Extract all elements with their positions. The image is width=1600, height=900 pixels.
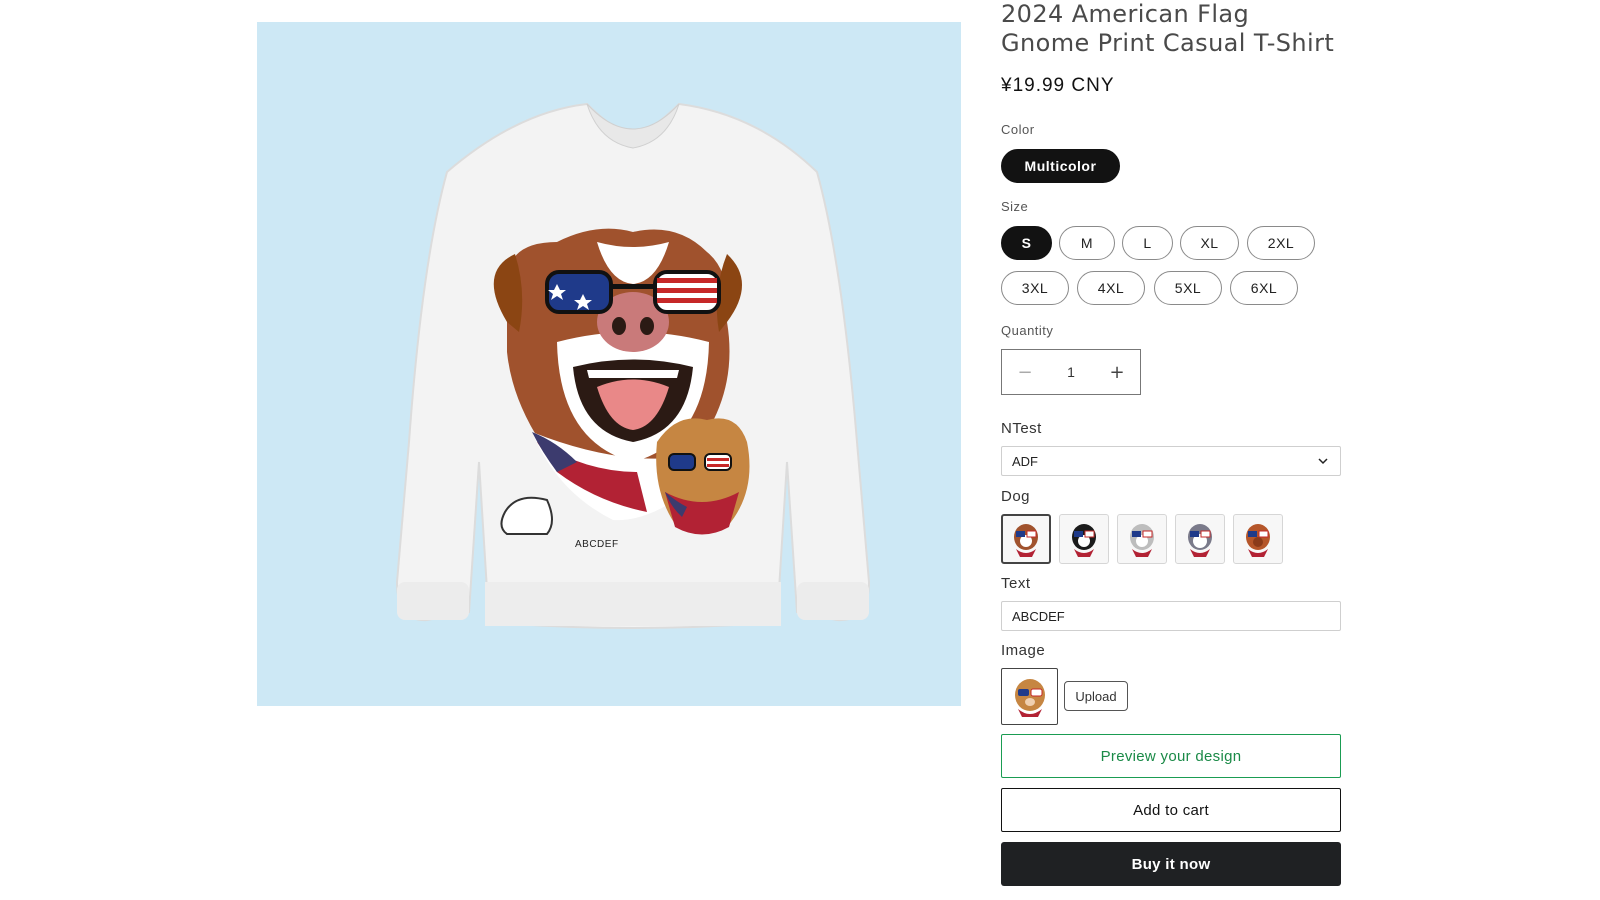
size-option-6xl[interactable]: 6XL (1230, 271, 1298, 305)
ntest-select[interactable]: ADF (1001, 446, 1341, 476)
dog-option-3[interactable] (1117, 514, 1167, 564)
dog-option-2[interactable] (1059, 514, 1109, 564)
pomeranian-icon (1014, 678, 1045, 717)
image-label: Image (1001, 642, 1046, 659)
buy-now-button[interactable]: Buy it now (1001, 842, 1341, 886)
size-option-4xl[interactable]: 4XL (1077, 271, 1145, 305)
size-option-m[interactable]: M (1059, 226, 1115, 260)
quantity-label: Quantity (1001, 323, 1054, 338)
text-label: Text (1001, 575, 1031, 592)
print-text: ABCDEF (575, 539, 619, 550)
size-option-xl[interactable]: XL (1180, 226, 1239, 260)
ntest-selected-value: ADF (1012, 453, 1038, 469)
quantity-stepper: − + (1001, 349, 1141, 395)
quantity-increase-button[interactable]: + (1094, 350, 1140, 394)
size-option-5xl[interactable]: 5XL (1154, 271, 1222, 305)
dog-label: Dog (1001, 488, 1031, 505)
dog-option-5[interactable] (1233, 514, 1283, 564)
dog-grey-icon (1130, 524, 1154, 557)
size-option-l[interactable]: L (1122, 226, 1173, 260)
custom-text-input[interactable] (1001, 601, 1341, 631)
dog-option-1[interactable] (1001, 514, 1051, 564)
color-option-multicolor[interactable]: Multicolor (1001, 149, 1120, 183)
size-label: Size (1001, 199, 1029, 214)
product-price: ¥19.99 CNY (1001, 75, 1115, 96)
add-to-cart-button[interactable]: Add to cart (1001, 788, 1341, 832)
upload-button[interactable]: Upload (1064, 681, 1128, 711)
dog-black-icon (1072, 524, 1096, 557)
quantity-input[interactable] (1048, 350, 1094, 394)
product-title: 2024 American Flag Gnome Print Casual T-… (1001, 0, 1335, 57)
chevron-down-icon (1318, 458, 1328, 465)
dog-husky-icon (1188, 524, 1212, 557)
size-option-2xl[interactable]: 2XL (1247, 226, 1315, 260)
sweatshirt-illustration (395, 102, 871, 629)
size-option-3xl[interactable]: 3XL (1001, 271, 1069, 305)
dog-brown-icon (1014, 524, 1038, 557)
size-option-s[interactable]: S (1001, 226, 1052, 260)
dog-dachshund-icon (1246, 524, 1270, 557)
uploaded-image-thumbnail[interactable] (1001, 668, 1058, 725)
dog-option-4[interactable] (1175, 514, 1225, 564)
quantity-decrease-button[interactable]: − (1002, 350, 1048, 394)
ntest-label: NTest (1001, 420, 1042, 437)
color-label: Color (1001, 122, 1035, 137)
preview-design-button[interactable]: Preview your design (1001, 734, 1341, 778)
product-image[interactable]: ABCDEF (257, 22, 961, 706)
